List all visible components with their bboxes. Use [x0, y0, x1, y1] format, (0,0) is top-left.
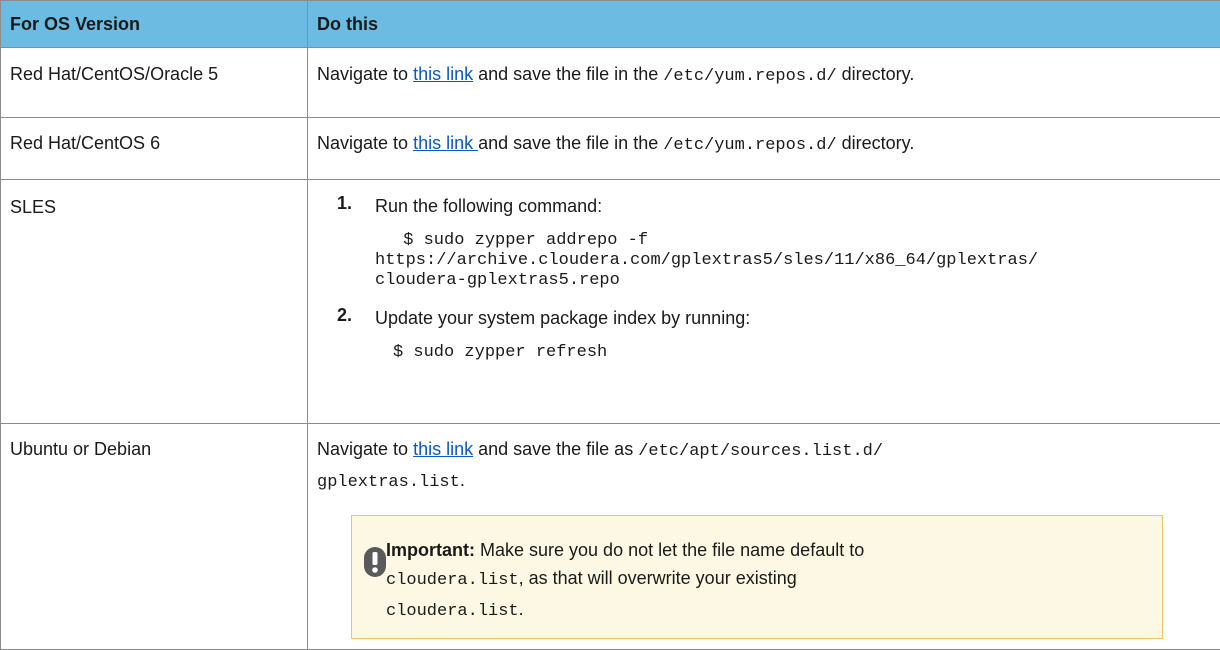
instruction-text: Navigate to this link and save the file … [317, 133, 914, 153]
code-inline: cloudera.list [386, 602, 519, 621]
text-fragment: Navigate to [317, 64, 413, 84]
step-text: Run the following command: [375, 196, 602, 216]
os-cell: Ubuntu or Debian [1, 424, 308, 650]
os-name: Red Hat/CentOS 6 [10, 133, 160, 153]
important-icon [363, 546, 387, 578]
instruction-cell: Navigate to this link and save the file … [308, 118, 1220, 180]
text-fragment: directory. [837, 64, 915, 84]
step-number: 1. [337, 193, 352, 214]
os-name: Red Hat/CentOS/Oracle 5 [10, 64, 218, 84]
os-cell: SLES [1, 180, 308, 424]
os-cell: Red Hat/CentOS/Oracle 5 [1, 48, 308, 118]
header-os-version: For OS Version [1, 1, 308, 48]
text-fragment: and save the file in the [478, 133, 663, 153]
os-instructions-table: For OS Version Do this Red Hat/CentOS/Or… [0, 0, 1220, 650]
instruction-cell: Navigate to this link and save the file … [308, 48, 1220, 118]
code-line: cloudera-gplextras5.repo [375, 271, 620, 290]
steps-list: 1. Run the following command: $ sudo zyp… [317, 193, 1211, 363]
text-fragment: directory. [837, 133, 915, 153]
os-name: Ubuntu or Debian [10, 439, 151, 459]
table-row: SLES 1. Run the following command: $ sud… [1, 180, 1220, 424]
instruction-cell: 1. Run the following command: $ sudo zyp… [308, 180, 1220, 424]
table-row: Ubuntu or Debian Navigate to this link a… [1, 424, 1220, 650]
text-fragment: . [460, 470, 465, 490]
step-number: 2. [337, 305, 352, 326]
os-cell: Red Hat/CentOS 6 [1, 118, 308, 180]
code-block: $ sudo zypper refresh [375, 343, 1211, 363]
repo-link[interactable]: this link [413, 64, 473, 84]
text-fragment: . [519, 599, 524, 619]
text-fragment: , as that will overwrite your existing [519, 568, 797, 588]
path-code: gplextras.list [317, 473, 460, 492]
path-code: /etc/yum.repos.d/ [663, 67, 836, 86]
header-do-this: Do this [308, 1, 1220, 48]
code-line: https://archive.cloudera.com/gplextras5/… [375, 251, 1038, 270]
code-line: $ sudo zypper addrepo -f [375, 231, 648, 250]
text-fragment: and save the file as [473, 439, 638, 459]
path-code: /etc/apt/sources.list.d/ [638, 442, 883, 461]
text-fragment: Make sure you do not let the file name d… [475, 540, 864, 560]
important-text: Important: Make sure you do not let the … [386, 536, 1142, 626]
instruction-cell: Navigate to this link and save the file … [308, 424, 1220, 650]
text-fragment: Navigate to [317, 439, 413, 459]
instruction-text: Navigate to this link and save the file … [317, 435, 1211, 497]
text-fragment: and save the file in the [473, 64, 663, 84]
step-text: Update your system package index by runn… [375, 308, 750, 328]
os-name: SLES [10, 197, 56, 217]
table-row: Red Hat/CentOS/Oracle 5 Navigate to this… [1, 48, 1220, 118]
step-item: 1. Run the following command: $ sudo zyp… [317, 193, 1211, 291]
instruction-text: Navigate to this link and save the file … [317, 64, 914, 84]
code-block: $ sudo zypper addrepo -f https://archive… [375, 231, 1211, 291]
code-line: $ sudo zypper refresh [375, 343, 607, 362]
step-item: 2. Update your system package index by r… [317, 305, 1211, 363]
repo-link[interactable]: this link [413, 133, 478, 153]
text-fragment: Navigate to [317, 133, 413, 153]
important-note: Important: Make sure you do not let the … [351, 515, 1163, 639]
path-code: /etc/yum.repos.d/ [663, 136, 836, 155]
repo-link[interactable]: this link [413, 439, 473, 459]
table-row: Red Hat/CentOS 6 Navigate to this link a… [1, 118, 1220, 180]
important-label: Important: [386, 540, 475, 560]
code-inline: cloudera.list [386, 571, 519, 590]
table-header-row: For OS Version Do this [1, 1, 1220, 48]
